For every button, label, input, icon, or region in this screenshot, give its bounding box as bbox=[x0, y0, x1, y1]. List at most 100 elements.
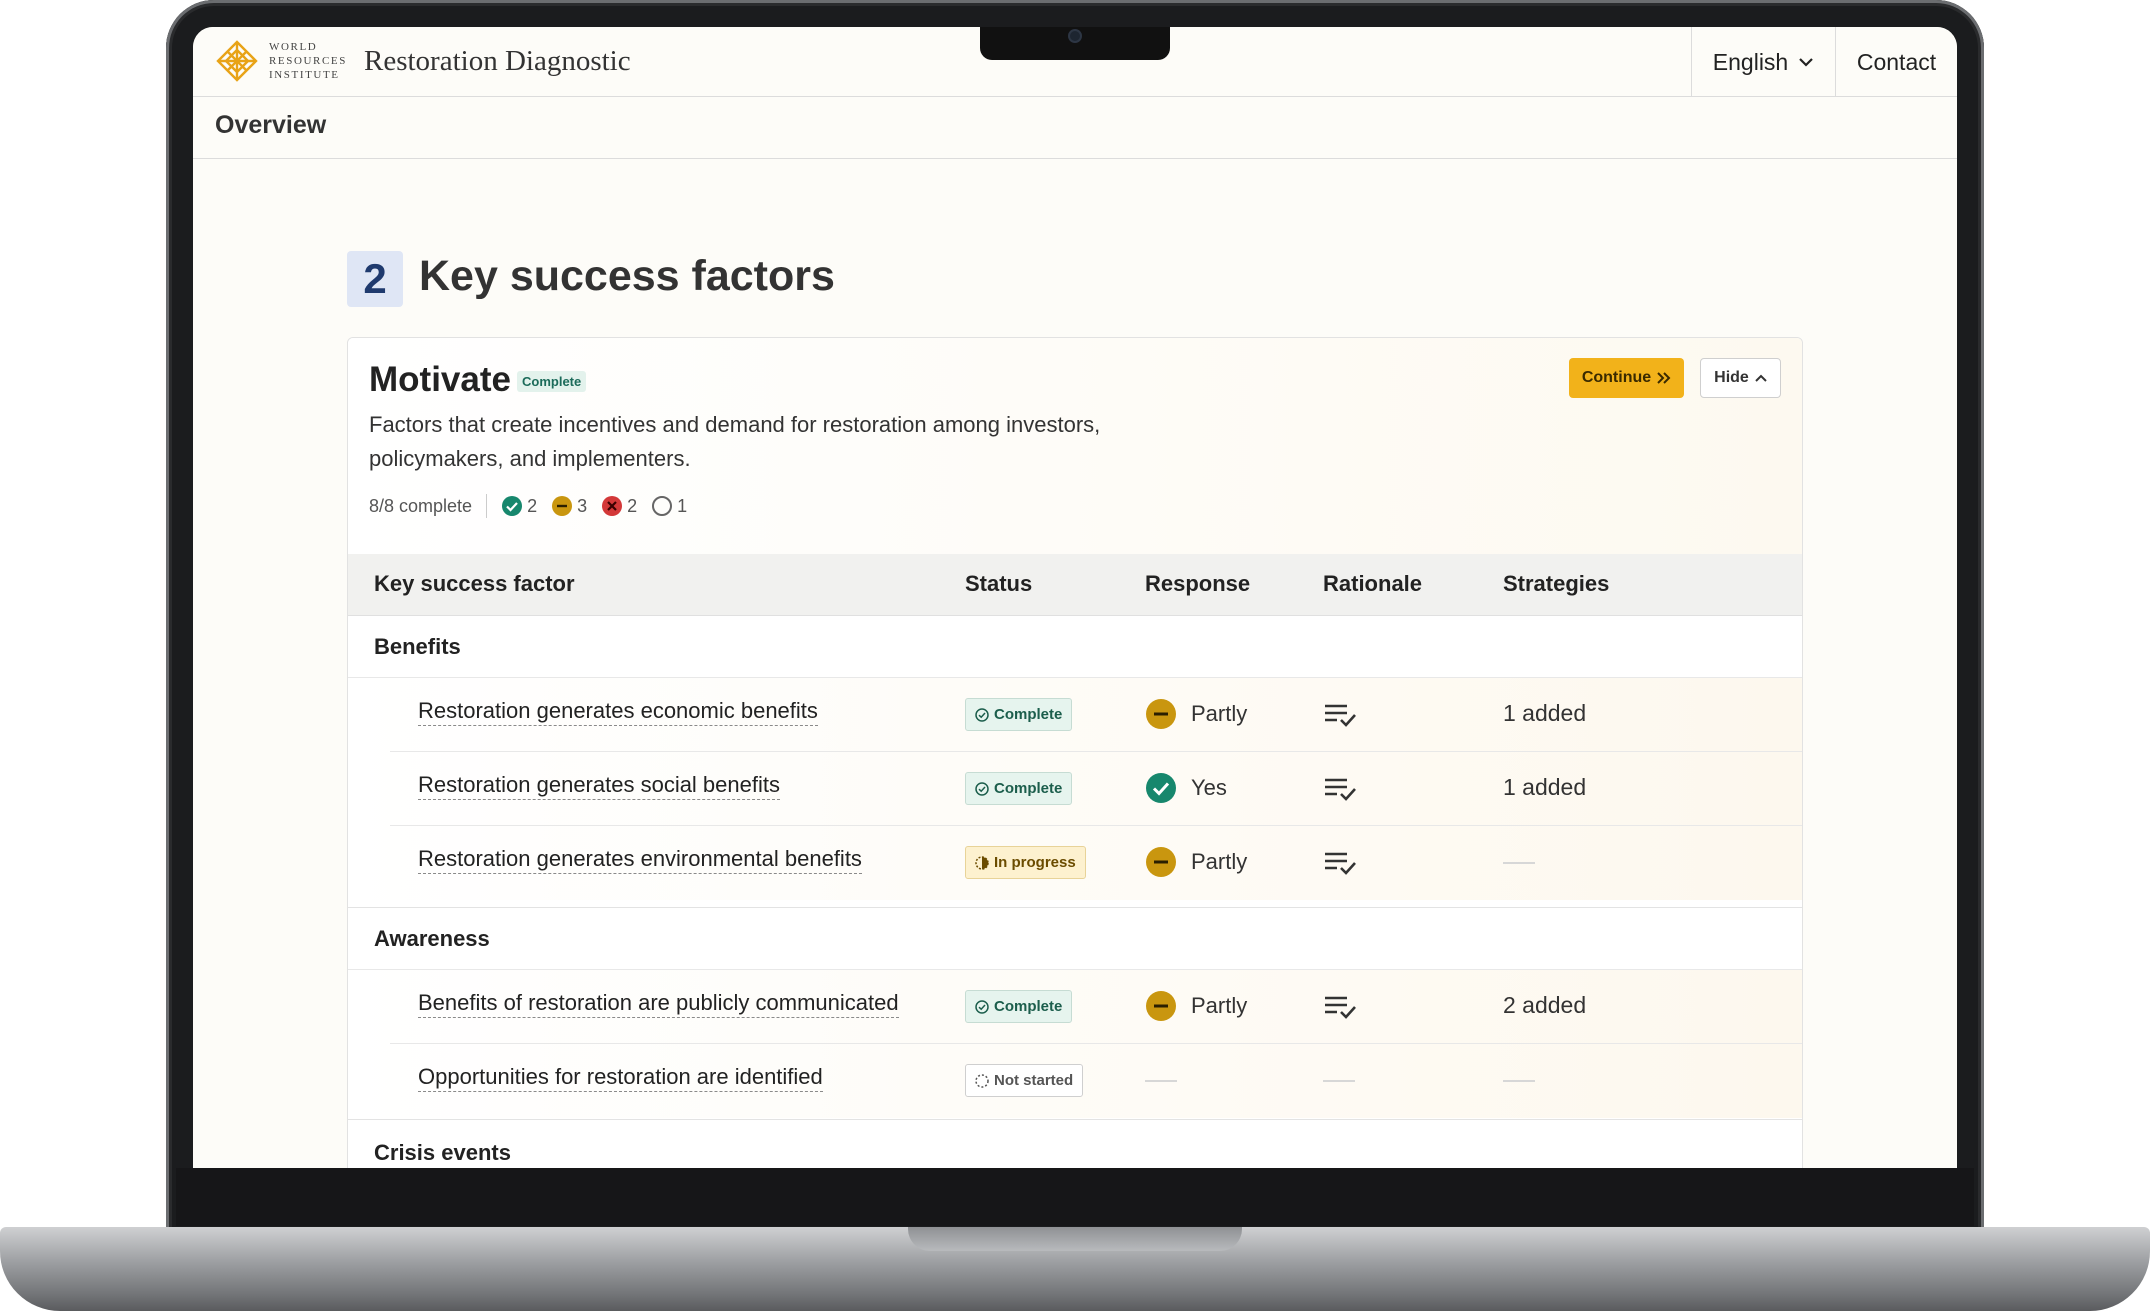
check-circle-icon bbox=[502, 496, 523, 516]
status-badge: Complete bbox=[965, 698, 1073, 731]
response-text: Yes bbox=[1191, 775, 1227, 800]
rationale-empty-dash bbox=[1323, 1080, 1355, 1082]
table-row[interactable]: Restoration generates social benefits Co… bbox=[348, 752, 1802, 826]
progress-summary: 8/8 complete 2 3 2 1 bbox=[369, 494, 701, 518]
status-text: Complete bbox=[994, 998, 1063, 1015]
hide-label: Hide bbox=[1714, 369, 1749, 386]
response: Partly bbox=[1145, 990, 1247, 1022]
response-empty-dash bbox=[1145, 1080, 1177, 1082]
group-divider bbox=[348, 1119, 1802, 1120]
wri-logo-icon[interactable] bbox=[215, 39, 259, 83]
empty-circle-icon bbox=[652, 496, 673, 516]
group-awareness: Awareness bbox=[348, 908, 1802, 970]
section-title: Key success factors bbox=[419, 252, 835, 300]
response: Partly bbox=[1145, 846, 1247, 878]
hide-button[interactable]: Hide bbox=[1700, 358, 1781, 398]
card-header: Motivate Complete Factors that create in… bbox=[348, 338, 1802, 554]
status-text: In progress bbox=[994, 854, 1076, 871]
contact-link[interactable]: Contact bbox=[1835, 27, 1957, 97]
check-circle-icon bbox=[975, 999, 989, 1014]
group-label: Benefits bbox=[374, 634, 461, 659]
status-badge: Complete bbox=[517, 371, 587, 392]
breadcrumb-bar: Overview bbox=[193, 97, 1957, 159]
factor-link[interactable]: Benefits of restoration are publicly com… bbox=[418, 990, 899, 1018]
minus-circle-icon bbox=[1146, 699, 1176, 729]
factor-link[interactable]: Restoration generates environmental bene… bbox=[418, 846, 862, 874]
table-header: Key success factor Status Response Ratio… bbox=[348, 554, 1802, 616]
table-row[interactable]: Restoration generates environmental bene… bbox=[348, 826, 1802, 900]
minus-circle-icon bbox=[1146, 847, 1176, 877]
table-row[interactable]: Restoration generates economic benefits … bbox=[348, 678, 1802, 752]
strategies-empty-dash bbox=[1503, 862, 1535, 864]
factor-link[interactable]: Opportunities for restoration are identi… bbox=[418, 1064, 823, 1092]
logo-line-3: Institute bbox=[269, 69, 340, 81]
factor-link[interactable]: Restoration generates social benefits bbox=[418, 772, 780, 800]
response-text: Partly bbox=[1191, 849, 1248, 874]
col-strategies: Strategies bbox=[1503, 571, 1610, 596]
tally-none-count: 1 bbox=[677, 495, 688, 516]
continue-label: Continue bbox=[1581, 369, 1652, 386]
tally-no: 2 bbox=[601, 495, 637, 517]
table-row[interactable]: Benefits of restoration are publicly com… bbox=[348, 970, 1802, 1044]
tally-yes-count: 2 bbox=[527, 495, 538, 516]
language-label: English bbox=[1712, 48, 1789, 75]
language-selector[interactable]: English bbox=[1691, 27, 1835, 97]
camera-icon bbox=[1068, 29, 1082, 43]
col-factor: Key success factor bbox=[374, 571, 575, 596]
response: Partly bbox=[1145, 698, 1247, 730]
card-description: Factors that create incentives and deman… bbox=[369, 412, 1101, 471]
tally-no-count: 2 bbox=[627, 495, 638, 516]
tally-none: 1 bbox=[651, 495, 687, 517]
status-badge: Not started bbox=[965, 1064, 1084, 1097]
group-label: Awareness bbox=[374, 926, 490, 951]
strategies-count[interactable]: 2 added bbox=[1503, 992, 1586, 1019]
status-badge: In progress bbox=[965, 846, 1086, 879]
strategies-count[interactable]: 1 added bbox=[1503, 700, 1586, 727]
group-crisis-events: Crisis events bbox=[374, 1140, 511, 1165]
status-badge: Complete bbox=[965, 772, 1073, 805]
tally-partly: 3 bbox=[551, 495, 587, 517]
status-text: Not started bbox=[994, 1072, 1074, 1089]
factor-link[interactable]: Restoration generates economic benefits bbox=[418, 698, 818, 726]
card-title: Motivate bbox=[369, 360, 511, 399]
col-response: Response bbox=[1145, 571, 1251, 596]
chevron-down-icon bbox=[1799, 58, 1813, 67]
group-benefits: Benefits bbox=[348, 616, 1802, 678]
progress-text: 8/8 complete bbox=[369, 495, 473, 516]
rationale-checklist-icon[interactable] bbox=[1323, 850, 1357, 876]
logo-line-1: World bbox=[269, 41, 318, 53]
logo-text: World Resources Institute bbox=[269, 40, 347, 82]
check-circle-icon bbox=[975, 707, 989, 722]
check-circle-icon bbox=[1146, 773, 1176, 803]
rationale-checklist-icon[interactable] bbox=[1323, 776, 1357, 802]
laptop-hinge bbox=[908, 1227, 1242, 1251]
logo-line-2: Resources bbox=[269, 55, 347, 67]
laptop-bezel bbox=[176, 1168, 1974, 1226]
rationale-checklist-icon[interactable] bbox=[1323, 994, 1357, 1020]
col-status: Status bbox=[965, 571, 1033, 596]
tally-yes: 2 bbox=[501, 495, 537, 517]
continue-button[interactable]: Continue bbox=[1569, 358, 1684, 398]
response-text: Partly bbox=[1191, 993, 1248, 1018]
in-progress-icon bbox=[975, 855, 989, 870]
table-row[interactable]: Opportunities for restoration are identi… bbox=[348, 1044, 1802, 1118]
rationale-checklist-icon[interactable] bbox=[1323, 702, 1357, 728]
app-title[interactable]: Restoration Diagnostic bbox=[364, 45, 631, 78]
status-text: Complete bbox=[994, 780, 1063, 797]
section-number: 2 bbox=[347, 251, 403, 307]
check-circle-icon bbox=[975, 781, 989, 796]
strategies-empty-dash bbox=[1503, 1080, 1535, 1082]
response-text: Partly bbox=[1191, 701, 1248, 726]
minus-circle-icon bbox=[1146, 991, 1176, 1021]
minus-circle-icon bbox=[552, 496, 573, 516]
response: Yes bbox=[1145, 772, 1227, 804]
overview-link[interactable]: Overview bbox=[215, 111, 326, 140]
col-rationale: Rationale bbox=[1323, 571, 1423, 596]
double-chevron-right-icon bbox=[1657, 372, 1671, 384]
chevron-up-icon bbox=[1755, 374, 1767, 382]
screen: World Resources Institute Restoration Di… bbox=[193, 27, 1957, 1168]
status-badge: Complete bbox=[965, 990, 1073, 1023]
tally-partly-count: 3 bbox=[577, 495, 588, 516]
strategies-count[interactable]: 1 added bbox=[1503, 774, 1586, 801]
not-started-icon bbox=[975, 1073, 989, 1088]
